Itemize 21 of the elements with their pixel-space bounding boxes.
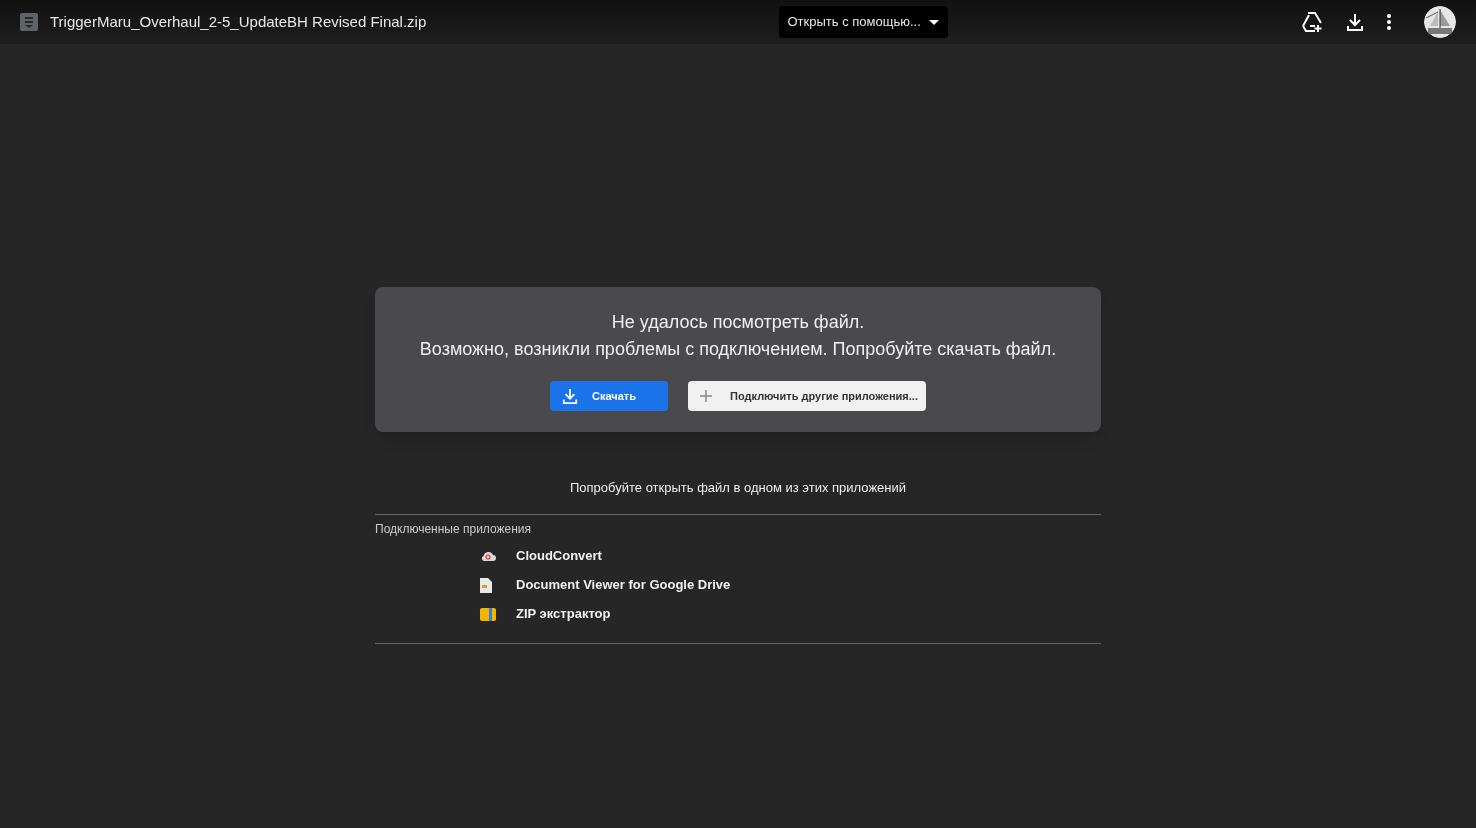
app-name[interactable]: CloudConvert [516,546,602,566]
error-message: Возможно, возникли проблемы с подключением. Попробуйте скачать файл. [419,338,1057,361]
caret-icon [928,19,939,25]
more-icon[interactable] [1386,13,1392,31]
app-name[interactable]: Document Viewer for Google Drive [516,575,731,595]
download-icon [562,388,579,404]
download-button[interactable]: Скачать [550,381,669,411]
archive-file-icon [20,13,38,31]
document-icon [480,577,492,593]
plus-icon [700,390,713,402]
add-to-drive-icon[interactable] [1300,11,1324,33]
connect-apps-button[interactable]: Подключить другие приложения... [688,381,926,411]
error-title: Не удалось посмотреть файл. [611,311,865,334]
archive-icon [480,607,496,621]
cloud-icon [480,550,496,562]
download-icon[interactable] [1346,13,1364,31]
app-name[interactable]: ZIP экстрактор [516,604,611,624]
connected-apps-heading: Подключенные приложения [375,520,533,538]
suggestion-text: Попробуйте открыть файл в одном из этих приложений [570,479,906,497]
open-with-button[interactable]: Открыть с помощью... [778,6,948,38]
file-name: TriggerMaru_Overhaul_2-5_UpdateBH Revised Final.zip [50,11,427,32]
